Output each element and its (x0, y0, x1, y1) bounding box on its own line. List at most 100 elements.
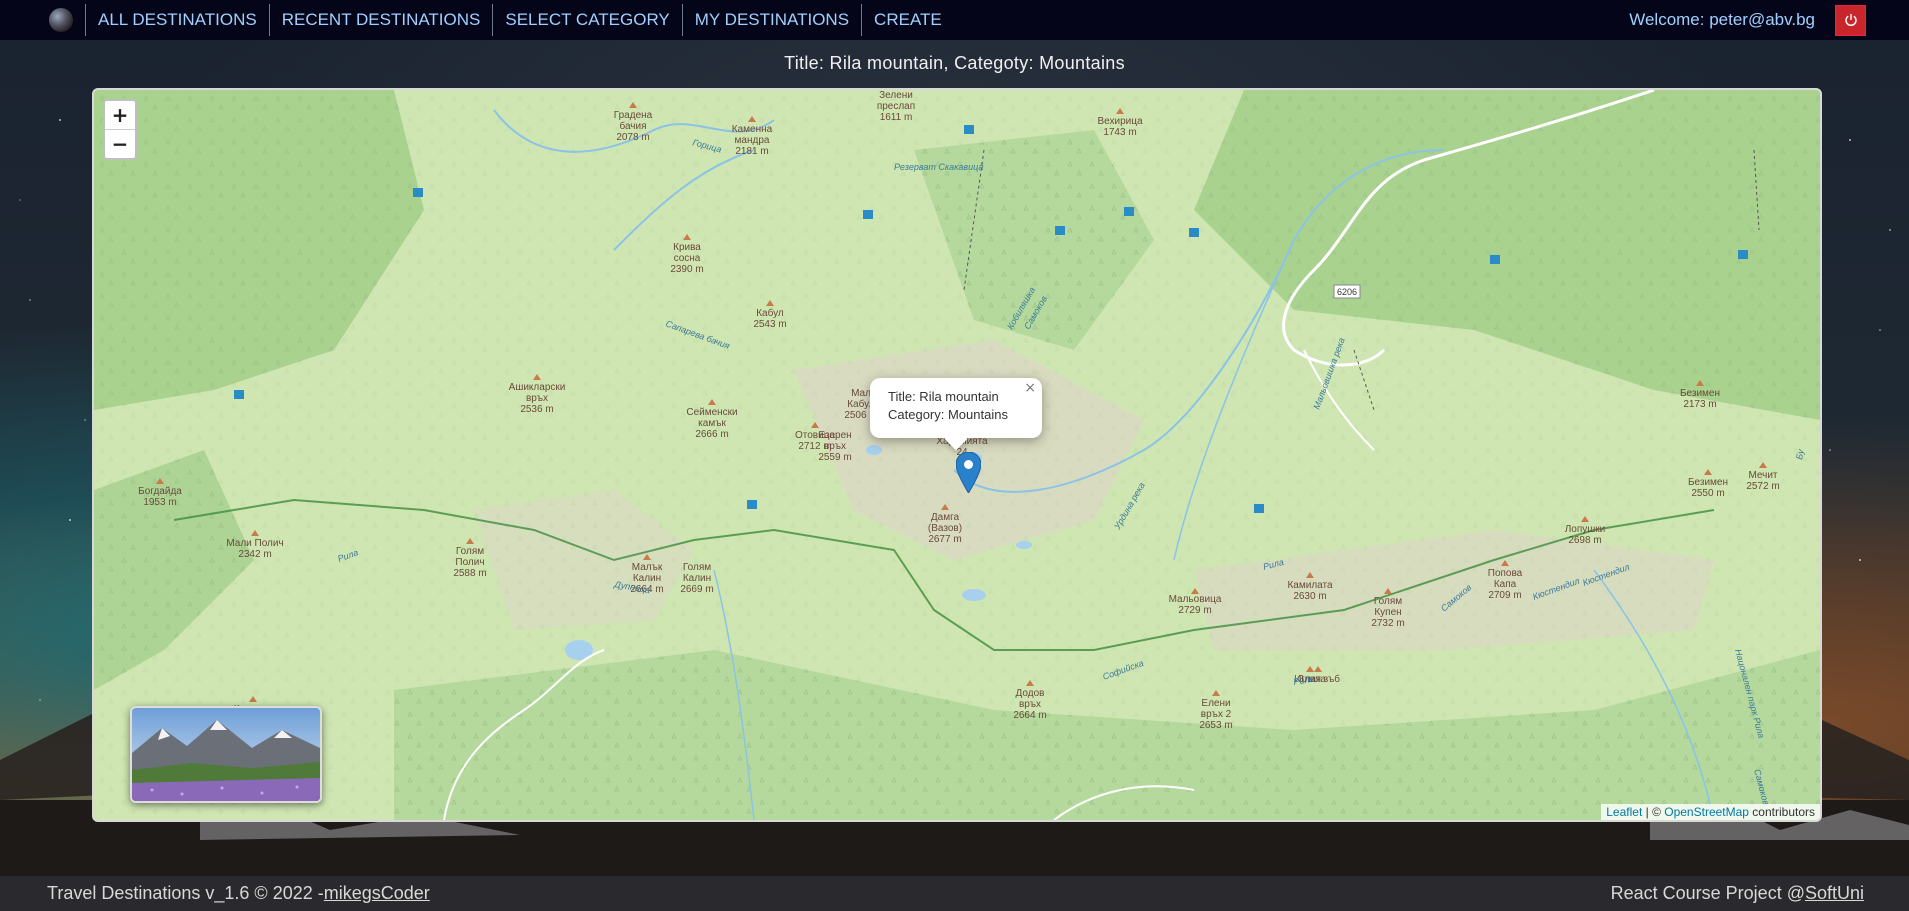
footer-project: React Course Project @ (1610, 883, 1805, 903)
peak-label: Малък (632, 562, 663, 573)
page-title: Title: Rila mountain, Categoty: Mountain… (784, 53, 1125, 73)
peak-label: Мали Полич (226, 538, 283, 549)
peak-label: Безимен (1680, 388, 1720, 399)
peak-label: Зелени (879, 90, 913, 101)
zoom-in-button[interactable]: + (105, 101, 135, 129)
peak-label: връх (526, 393, 548, 404)
peak-label: връх (1019, 699, 1041, 710)
peak-label: 2550 m (1691, 488, 1724, 499)
peak-label: Кабул (756, 307, 784, 319)
river-label: Самоков (1439, 582, 1474, 613)
river-label: Нацонален парк Рила (1733, 648, 1766, 739)
peak-label: Елени (1201, 698, 1230, 709)
peak-label: Мечит (1748, 470, 1777, 481)
peak-label: Безимен (1688, 477, 1728, 488)
peak-label: Градена (614, 110, 653, 121)
map-pin-icon[interactable] (956, 452, 981, 493)
peak-label: 2342 m (238, 549, 271, 560)
attribution-separator: | © (1642, 805, 1665, 819)
peak-label: 2664 m (1013, 710, 1046, 721)
peak-label: Голям (683, 562, 711, 573)
peak-label: 2173 m (1683, 399, 1716, 410)
footer-right: React Course Project @SoftUni (1611, 883, 1864, 904)
peak-label: сосна (674, 253, 701, 264)
peak-label: Крива (673, 242, 701, 253)
river-label: Кюстендил (1531, 576, 1581, 602)
peak-label: връх (824, 441, 846, 452)
peak-label: 2181 m (735, 146, 768, 157)
river-label: Мальовишка река (1311, 336, 1346, 410)
peak-label: бачия (619, 120, 646, 132)
peak-label: 2677 m (928, 534, 961, 545)
peak-label: 2653 m (1199, 720, 1232, 731)
river-label: Бу (1794, 448, 1806, 460)
peak-label: Додов (1016, 688, 1045, 699)
river-label: Резерват Скакавица (894, 162, 983, 172)
river-label: Рила (1262, 557, 1285, 572)
peak-label: 2572 m (1746, 481, 1779, 492)
peak-label: 2390 m (670, 264, 703, 275)
peak-label: 2666 m (695, 429, 728, 440)
footer-copyright: Travel Destinations v_1.6 © 2022 - (47, 883, 324, 903)
peak-label: 1743 m (1103, 127, 1136, 138)
popup-close-button[interactable]: × (1024, 380, 1036, 396)
power-icon (1844, 14, 1857, 27)
popup-title: Title: Rila mountain (888, 389, 999, 404)
peak-label: 2078 m (616, 132, 649, 143)
peak-label: Голям (456, 546, 484, 557)
peak-label: 2698 m (1568, 535, 1601, 546)
peak-label: Калин (683, 573, 711, 584)
peak-label: Полич (455, 557, 484, 568)
river-label: Кюстендил (1581, 562, 1631, 588)
peak-label: 2729 m (1178, 605, 1211, 616)
zoom-out-button[interactable]: − (105, 129, 135, 158)
logout-button[interactable] (1835, 4, 1866, 36)
peak-label: Камилата (1287, 580, 1332, 591)
river-label: Горица (691, 137, 722, 154)
nav-create[interactable]: CREATE (861, 4, 954, 36)
peak-label: 1611 m (880, 112, 913, 123)
softuni-link[interactable]: SoftUni (1805, 883, 1864, 903)
author-link[interactable]: mikegsCoder (324, 883, 430, 903)
peak-label: Попова (1488, 568, 1523, 579)
globe-icon[interactable] (49, 8, 73, 32)
peak-label: преслап (877, 101, 915, 112)
peak-label: 2630 m (1293, 591, 1326, 602)
peak-label: 1953 m (143, 497, 176, 508)
welcome-text: Welcome: peter@abv.bg (1629, 10, 1815, 29)
leaflet-link[interactable]: Leaflet (1606, 805, 1642, 819)
peak-label: 2588 m (453, 568, 486, 579)
peak-label: (Вазов) (928, 523, 962, 534)
peak-label: 2669 m (680, 584, 713, 595)
footer-left: Travel Destinations v_1.6 © 2022 -mikegs… (47, 883, 430, 904)
peak-label: Купен (1374, 607, 1401, 618)
nav-recent-destinations[interactable]: RECENT DESTINATIONS (268, 4, 493, 36)
osm-link[interactable]: OpenStreetMap (1664, 805, 1749, 819)
peak-label: 2559 m (818, 452, 851, 463)
peak-label: Лопушки (1565, 524, 1606, 535)
map-container[interactable]: 6206 Градена бачия 2078 m Каменна мандра 2181… (92, 88, 1822, 822)
river-label: Самоков (1752, 768, 1771, 806)
map-attribution: Leaflet | © OpenStreetMap contributors (1601, 804, 1820, 820)
peak-label: Богдайда (138, 486, 182, 497)
footer: Travel Destinations v_1.6 © 2022 -mikegs… (0, 876, 1909, 911)
peak-label: Мальовица (1169, 594, 1222, 605)
mountain-photo (132, 708, 320, 801)
peak-label: Голям (1374, 596, 1402, 607)
top-navbar: ALL DESTINATIONS RECENT DESTINATIONS SEL… (0, 0, 1909, 40)
attribution-suffix: contributors (1748, 805, 1815, 819)
nav-all-destinations[interactable]: ALL DESTINATIONS (85, 4, 269, 36)
popup-content: Title: Rila mountain Category: Mountains (888, 388, 1008, 424)
river-label: Сапарева бачия (664, 318, 731, 351)
nav-select-category[interactable]: SELECT CATEGORY (492, 4, 681, 36)
peak-label: Езерен (818, 430, 851, 441)
peak-label: мандра (735, 135, 770, 146)
river-label: Софийска (1101, 658, 1145, 682)
peak-label: Дамга (931, 512, 960, 523)
nav-my-destinations[interactable]: MY DESTINATIONS (681, 4, 861, 36)
peak-label: Вехирица (1097, 116, 1142, 127)
destination-thumbnail (130, 706, 322, 803)
peak-label: Капа (1494, 579, 1517, 590)
peak-label: 2536 m (520, 404, 553, 415)
navbar-right: Welcome: peter@abv.bg (1629, 0, 1909, 40)
